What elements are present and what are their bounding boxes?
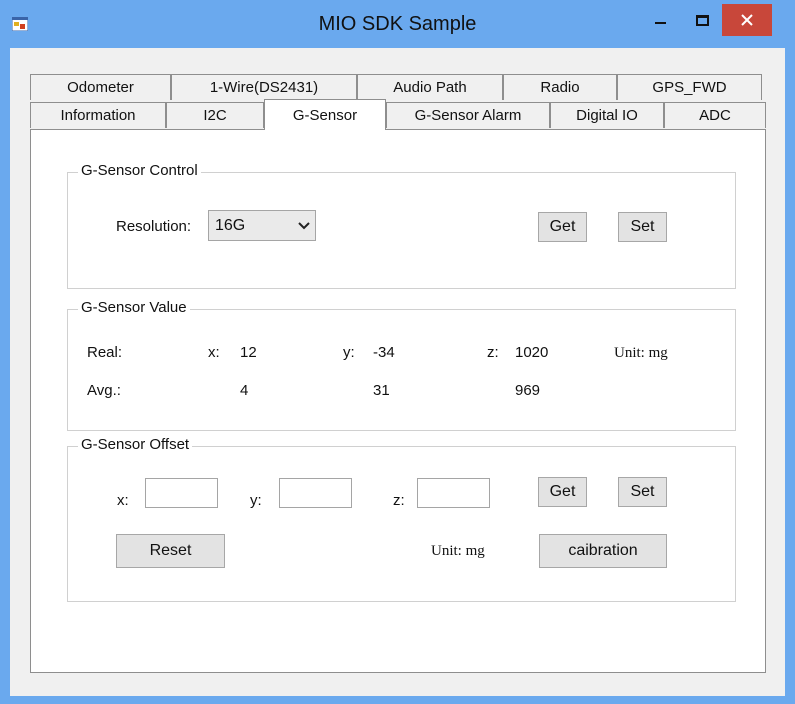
offset-get-button[interactable]: Get: [538, 477, 587, 507]
real-y-value: -34: [373, 344, 395, 361]
offset-z-label: z:: [393, 492, 405, 509]
offset-set-button[interactable]: Set: [618, 477, 667, 507]
tab-adc[interactable]: ADC: [664, 102, 766, 128]
offset-x-input[interactable]: [145, 478, 218, 508]
real-x-value: 12: [240, 344, 257, 361]
real-z-label: z:: [487, 344, 499, 361]
group-title: G-Sensor Control: [78, 162, 201, 179]
real-y-label: y:: [343, 344, 355, 361]
close-button[interactable]: [722, 4, 772, 36]
tab-information[interactable]: Information: [30, 102, 166, 128]
offset-y-label: y:: [250, 492, 262, 509]
resolution-label: Resolution:: [116, 218, 192, 235]
avg-z-value: 969: [515, 382, 541, 399]
tab-gps-fwd[interactable]: GPS_FWD: [617, 74, 762, 100]
tab-i2c[interactable]: I2C: [166, 102, 264, 128]
offset-z-input[interactable]: [417, 478, 490, 508]
tab-g-sensor[interactable]: G-Sensor: [264, 99, 386, 130]
app-window: MIO SDK Sample Odometer 1-Wire(DS2431) A…: [0, 0, 795, 704]
title-bar[interactable]: MIO SDK Sample: [0, 0, 795, 48]
tab-1-wire[interactable]: 1-Wire(DS2431): [171, 74, 357, 100]
offset-unit-label: Unit: mg: [431, 543, 485, 559]
group-g-sensor-value: G-Sensor Value Real: x: 12 y: -34 z: 102…: [67, 299, 736, 431]
value-unit-label: Unit: mg: [614, 345, 668, 361]
avg-label: Avg.:: [87, 382, 121, 399]
group-g-sensor-offset: G-Sensor Offset x: y: z: Get Set Reset U…: [67, 436, 736, 602]
group-title: G-Sensor Value: [78, 299, 190, 316]
real-x-label: x:: [208, 344, 220, 361]
tab-radio[interactable]: Radio: [503, 74, 617, 100]
control-set-button[interactable]: Set: [618, 212, 667, 242]
minimize-icon: [654, 22, 666, 24]
tab-audio-path[interactable]: Audio Path: [357, 74, 503, 100]
tab-strip: Odometer 1-Wire(DS2431) Audio Path Radio…: [10, 48, 785, 130]
g-sensor-tab-page: G-Sensor Control Resolution: 16G Get Set…: [30, 129, 766, 673]
tab-g-sensor-alarm[interactable]: G-Sensor Alarm: [386, 102, 550, 128]
group-g-sensor-control: G-Sensor Control Resolution: 16G Get Set: [67, 162, 736, 289]
tab-odometer[interactable]: Odometer: [30, 74, 171, 100]
real-label: Real:: [87, 344, 123, 361]
close-icon: [741, 14, 753, 26]
client-area: Odometer 1-Wire(DS2431) Audio Path Radio…: [10, 48, 785, 696]
resolution-select[interactable]: 16G: [208, 210, 316, 241]
chevron-down-icon: [293, 221, 315, 230]
avg-x-value: 4: [240, 382, 249, 399]
reset-button[interactable]: Reset: [116, 534, 225, 568]
offset-y-input[interactable]: [279, 478, 352, 508]
tab-digital-io[interactable]: Digital IO: [550, 102, 664, 128]
maximize-icon: [695, 14, 709, 26]
minimize-button[interactable]: [642, 4, 678, 36]
group-title: G-Sensor Offset: [78, 436, 193, 453]
real-z-value: 1020: [515, 344, 549, 361]
calibration-button[interactable]: caibration: [539, 534, 667, 568]
resolution-value: 16G: [215, 216, 246, 234]
avg-y-value: 31: [373, 382, 390, 399]
offset-x-label: x:: [117, 492, 129, 509]
control-get-button[interactable]: Get: [538, 212, 587, 242]
maximize-button[interactable]: [684, 4, 720, 36]
